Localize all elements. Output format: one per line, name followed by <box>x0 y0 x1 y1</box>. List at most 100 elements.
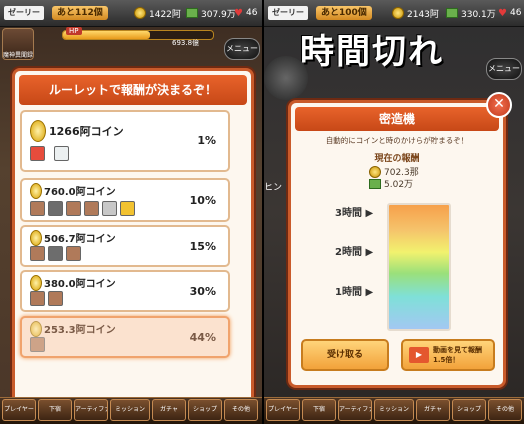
nav-lodging[interactable]: 下宿 <box>302 399 336 421</box>
reward-percent: 1% <box>197 134 216 147</box>
still-description: 自動的にコインと時のかけらが貯まるぞ！ <box>325 136 469 145</box>
crate-icon <box>120 201 135 216</box>
coin-counter: 2143阿 <box>392 5 439 21</box>
crate-icon <box>102 201 117 216</box>
reward-row-5: 253.3阿コイン 44% <box>20 316 230 358</box>
heart-icon: ♥ <box>234 7 243 19</box>
still-screen: ゼーリー あと100個 2143阿 330.1万 ♥ 46 時間切れ メニュー … <box>264 0 524 424</box>
heart-counter: ♥ 46 <box>498 5 521 21</box>
coin-value: 1422阿 <box>149 9 181 20</box>
nav-player[interactable]: プレイヤー <box>2 399 36 421</box>
heart-icon: ♥ <box>498 7 507 19</box>
nav-lodging[interactable]: 下宿 <box>38 399 72 421</box>
nav-player[interactable]: プレイヤー <box>266 399 300 421</box>
hp-value: 693.8億 <box>172 39 200 47</box>
side-label: ヒン <box>264 183 283 193</box>
reward-label: 380.0阿コイン <box>44 279 116 290</box>
reward-row-2: 760.0阿コイン 10% <box>20 178 230 222</box>
menu-button[interactable]: メニュー <box>486 58 522 80</box>
coin-icon <box>30 120 46 142</box>
bill-icon <box>186 8 198 18</box>
still-modal: 密造機 自動的にコインと時のかけらが貯まるぞ！ 現在の報酬 702.3那 5.0… <box>288 100 506 388</box>
tick-1h: 1時間 ▶ <box>335 287 374 298</box>
bottom-nav: プレイヤー 下宿 アーティファクト ミッション ガチャ ショップ その他 <box>0 397 262 424</box>
player-info[interactable]: ゼーリー <box>268 5 308 21</box>
nav-shop[interactable]: ショップ <box>452 399 486 421</box>
player-info[interactable]: ゼーリー <box>4 5 44 21</box>
coin-icon <box>30 183 42 199</box>
crate-icon <box>30 337 45 352</box>
reward-row-3: 506.7阿コイン 15% <box>20 225 230 267</box>
receive-button[interactable]: 受け取る <box>301 339 389 371</box>
nav-gacha[interactable]: ガチャ <box>152 399 186 421</box>
crate-icon <box>48 246 63 261</box>
reward-percent: 30% <box>189 285 216 298</box>
nav-artifact[interactable]: アーティファクト <box>338 399 372 421</box>
current-reward-label: 現在の報酬 <box>374 154 420 164</box>
tick-3h: 3時間 ▶ <box>335 208 374 219</box>
bill-value: 307.9万 <box>201 9 236 20</box>
cat-item-icon <box>54 146 69 161</box>
crate-icon <box>66 246 81 261</box>
reward-percent: 15% <box>189 240 216 253</box>
nav-mission[interactable]: ミッション <box>374 399 414 421</box>
nav-mission[interactable]: ミッション <box>110 399 150 421</box>
event-icon-label: 魔神異聞録 <box>3 52 34 59</box>
bill-value: 330.1万 <box>461 9 496 20</box>
status-bar: ゼーリー あと100個 2143阿 330.1万 ♥ 46 <box>264 0 524 27</box>
coin-icon <box>134 7 146 19</box>
bill-counter: 330.1万 <box>446 5 496 21</box>
watch-video-button[interactable]: ▶ 動画を見て報酬1.5倍！ <box>401 339 495 371</box>
coin-icon <box>30 321 42 337</box>
bill-icon <box>446 8 458 18</box>
close-button[interactable]: ✕ <box>486 92 512 118</box>
reward-percent: 44% <box>189 331 216 344</box>
crate-icon <box>30 291 45 306</box>
reward-label: 506.7阿コイン <box>44 234 116 245</box>
hp-label: HP <box>66 27 82 35</box>
coin-icon <box>30 275 42 291</box>
current-bills: 5.02万 <box>369 177 413 190</box>
reward-label: 1266阿コイン <box>49 125 124 138</box>
watch-video-label: 動画を見て報酬1.5倍！ <box>433 346 482 364</box>
nav-shop[interactable]: ショップ <box>188 399 222 421</box>
rank-badge: あと100個 <box>316 5 372 21</box>
time-up-title: 時間切れ <box>300 32 444 72</box>
player-title: ゼーリー <box>4 6 44 20</box>
heart-value: 46 <box>245 8 258 18</box>
ship-icon <box>264 56 308 100</box>
roulette-title: ルーレットで報酬が決まるぞ！ <box>19 75 247 105</box>
event-icon[interactable]: 魔神異聞録 <box>2 28 34 60</box>
coin-counter: 1422阿 <box>134 5 181 21</box>
coin-icon <box>30 230 42 246</box>
video-icon: ▶ <box>409 347 429 363</box>
crate-icon <box>48 201 63 216</box>
current-bills-value: 5.02万 <box>384 180 414 190</box>
nav-other[interactable]: その他 <box>488 399 522 421</box>
tick-2h: 2時間 ▶ <box>335 247 374 258</box>
roulette-screen: ゼーリー あと112個 1422阿 307.9万 ♥ 46 魔神異聞録 HP 6… <box>0 0 262 424</box>
rank-badge: あと112個 <box>52 5 108 21</box>
reward-percent: 10% <box>189 194 216 207</box>
rank-label: あと100個 <box>316 6 372 20</box>
crate-icon <box>30 201 45 216</box>
heart-counter: ♥ 46 <box>234 5 257 21</box>
rank-label: あと112個 <box>52 6 108 20</box>
still-title: 密造機 <box>295 107 499 131</box>
coin-icon <box>392 7 404 19</box>
reward-label: 760.0阿コイン <box>44 187 116 198</box>
status-bar: ゼーリー あと112個 1422阿 307.9万 ♥ 46 <box>0 0 262 27</box>
nav-artifact[interactable]: アーティファクト <box>74 399 108 421</box>
bill-counter: 307.9万 <box>186 5 236 21</box>
nav-other[interactable]: その他 <box>224 399 258 421</box>
crate-icon <box>48 291 63 306</box>
coin-value: 2143阿 <box>407 9 439 20</box>
reward-row-1: 1266阿コイン 1% <box>20 110 230 172</box>
reward-label: 253.3阿コイン <box>44 325 116 336</box>
menu-button[interactable]: メニュー <box>224 38 260 60</box>
reward-row-4: 380.0阿コイン 30% <box>20 270 230 312</box>
ruby-gem-icon <box>30 146 45 161</box>
nav-gacha[interactable]: ガチャ <box>416 399 450 421</box>
bill-icon <box>369 178 381 189</box>
coin-icon <box>369 165 381 178</box>
